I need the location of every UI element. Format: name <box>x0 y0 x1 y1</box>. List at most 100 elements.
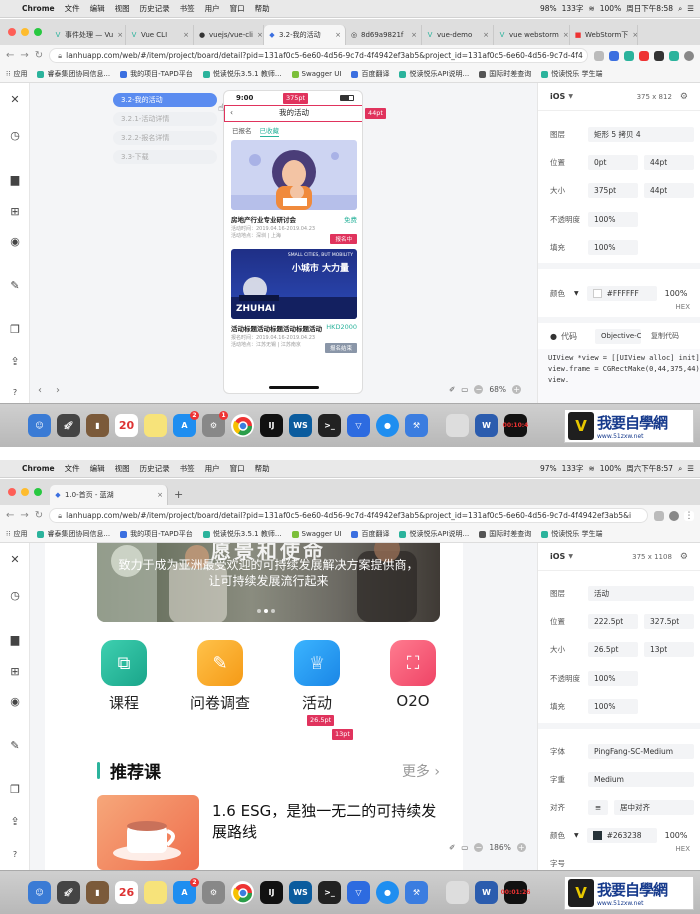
ruler-icon[interactable]: ▭ <box>461 843 468 852</box>
ruler-icon[interactable]: ▭ <box>461 385 468 394</box>
bookmark-item[interactable]: 百度翻译 <box>351 69 389 79</box>
bookmark-apps[interactable]: ⁝⁝ 应用 <box>6 529 27 539</box>
launchpad-icon[interactable]: 🚀︎ <box>57 414 80 437</box>
maximize-window-button[interactable] <box>34 488 42 496</box>
close-icon[interactable]: × <box>628 31 637 39</box>
close-icon[interactable]: × <box>331 31 341 39</box>
menu-list-icon[interactable]: ☰ <box>687 464 694 473</box>
webstorm-icon[interactable]: WS <box>289 414 312 437</box>
chevron-down-icon[interactable]: ▼ <box>574 832 579 839</box>
notes-icon[interactable] <box>144 414 167 437</box>
zoom-out-button[interactable]: − <box>474 385 484 394</box>
menu-view[interactable]: 视图 <box>115 3 130 14</box>
layer-name[interactable]: 活动 <box>588 585 694 601</box>
maximize-window-button[interactable] <box>34 28 42 36</box>
category-o2o[interactable]: ⛶ O2O <box>383 640 443 710</box>
extension-icon[interactable] <box>639 50 649 61</box>
reload-icon[interactable]: ↻ <box>35 510 43 521</box>
design-artboard[interactable]: 愿景和使命 致力于成为亚洲最受欢迎的可持续发展解决方案提供商， 让可持续发展流行起… <box>45 543 463 870</box>
menu-list-icon[interactable]: ☰ <box>687 4 694 13</box>
menu-window[interactable]: 窗口 <box>230 3 245 14</box>
position-x[interactable]: 0pt <box>588 154 638 170</box>
app-store-icon[interactable]: A2 <box>173 878 199 904</box>
eyedropper-icon[interactable]: ✐ <box>449 385 455 394</box>
color-hex[interactable]: #263238 <box>586 827 657 843</box>
opacity-value[interactable]: 100% <box>588 211 638 227</box>
close-icon[interactable]: × <box>253 31 263 39</box>
help-icon[interactable]: ? <box>8 848 22 862</box>
contacts-icon[interactable]: ▮ <box>86 881 109 904</box>
shield-icon[interactable]: ▽ <box>347 414 370 437</box>
closed-button[interactable]: 报名结束 <box>324 343 357 353</box>
back-icon[interactable]: ‹ <box>230 106 233 120</box>
color-hex[interactable]: #FFFFFF <box>586 285 657 301</box>
bookmark-item[interactable]: 我的项目-TAPD平台 <box>120 69 193 79</box>
more-icon[interactable]: ⋮ <box>684 510 694 521</box>
new-tab-button[interactable]: + <box>168 485 189 505</box>
menu-people[interactable]: 用户 <box>205 463 220 474</box>
fill-value[interactable]: 100% <box>588 239 638 255</box>
font-family-value[interactable]: PingFang-SC-Medium <box>588 743 694 759</box>
preview-icon[interactable] <box>446 414 469 437</box>
word-icon[interactable]: W <box>475 414 498 437</box>
eyedropper-icon[interactable]: ✐ <box>449 843 455 852</box>
bookmark-apps[interactable]: ⁝⁝ 应用 <box>6 69 27 79</box>
tab-vue-events[interactable]: V 事件处理 — Vu × <box>50 25 126 45</box>
course-card[interactable]: 1.6 ESG，是独一无二的可持续发展路线 <box>97 795 440 870</box>
url-input[interactable]: 🔒︎ lanhuapp.com/web/#/item/project/board/… <box>49 508 648 523</box>
history-icon[interactable]: ◷ <box>8 589 22 603</box>
align-value[interactable]: 居中对齐 <box>614 799 694 815</box>
recorder-icon[interactable]: 00:10:4 <box>503 414 528 437</box>
menu-edit[interactable]: 编辑 <box>90 3 105 14</box>
clock[interactable]: 周日下午8:58 <box>626 3 673 14</box>
wifi-icon[interactable]: ≋ <box>588 4 594 13</box>
close-icon[interactable]: × <box>179 31 189 39</box>
terminal-icon[interactable]: >_ <box>318 881 341 904</box>
close-icon[interactable]: × <box>153 491 163 499</box>
tab-favorited[interactable]: 已收藏 <box>259 125 279 137</box>
calendar-icon[interactable]: 26 <box>115 881 138 904</box>
comment-icon[interactable]: ▆ <box>8 173 22 187</box>
avatar[interactable] <box>684 50 694 61</box>
code-language-select[interactable]: Objective-C <box>594 328 641 344</box>
position-y[interactable]: 44pt <box>644 154 694 170</box>
app-store-icon[interactable]: A2 <box>173 411 199 437</box>
category-activity[interactable]: ♕ 活动 <box>287 640 347 713</box>
bookmark-item[interactable]: 悦读悦乐API说明... <box>399 529 469 539</box>
extension-icon[interactable] <box>669 50 679 61</box>
phone-artboard[interactable]: 9:00 ‹ 我的活动 已报名 已收藏 房地产行业专业研讨会 免费 活动时间：2… <box>223 90 363 394</box>
system-preferences-icon[interactable]: ⚙ <box>202 881 225 904</box>
notes-icon[interactable] <box>144 881 167 904</box>
menu-app[interactable]: Chrome <box>22 464 55 473</box>
activity-card[interactable]: 房地产行业专业研讨会 免费 活动时间：2019.04.16-2019.04.23 … <box>231 140 357 244</box>
bookmark-item[interactable]: 悦读悦乐3.5.1 教师... <box>202 529 282 539</box>
share-icon[interactable]: ⇪ <box>8 815 22 829</box>
page-node[interactable]: 3.3-下载 <box>113 150 217 164</box>
copy-icon[interactable]: ❐ <box>8 783 22 797</box>
tab-lanhu-home[interactable]: ◆ 1.0-首页 - 蓝湖 × <box>50 485 168 505</box>
chevron-down-icon[interactable]: ▼ <box>568 553 573 560</box>
star-icon[interactable] <box>594 50 604 61</box>
zoom-in-button[interactable]: + <box>512 385 522 394</box>
chevron-right-icon[interactable]: › <box>56 385 60 396</box>
menu-view[interactable]: 视图 <box>115 463 130 474</box>
close-icon[interactable]: × <box>407 31 417 39</box>
copy-code-button[interactable]: 复制代码 <box>651 331 679 341</box>
tab-my-activity[interactable]: ◆ 3.2-我的活动 × <box>264 25 346 45</box>
size-h[interactable]: 13pt <box>644 641 694 657</box>
history-icon[interactable]: ◷ <box>8 129 22 143</box>
size-h[interactable]: 44pt <box>644 182 694 198</box>
system-preferences-icon[interactable]: ⚙ 1 <box>202 411 228 437</box>
chevron-down-icon[interactable]: ▼ <box>568 93 573 100</box>
tab-webstorm[interactable]: ■ WebStorm下 × <box>570 25 638 45</box>
menu-people[interactable]: 用户 <box>205 3 220 14</box>
gear-icon[interactable]: ⚙ <box>680 552 688 562</box>
bookmark-item[interactable]: 悦读悦乐API说明... <box>399 69 469 79</box>
tab-vue-demo[interactable]: Vvue-demo × <box>422 25 494 45</box>
bookmark-item[interactable]: 国际时差查询 <box>479 529 531 539</box>
category-course[interactable]: ⧉ 课程 <box>94 640 154 713</box>
bookmark-item[interactable]: Swagger UI <box>291 70 341 78</box>
menu-file[interactable]: 文件 <box>65 3 80 14</box>
category-survey[interactable]: ✎ 问卷调查 <box>190 640 250 713</box>
page-node[interactable]: 3.2.1-活动详情 <box>113 112 217 126</box>
